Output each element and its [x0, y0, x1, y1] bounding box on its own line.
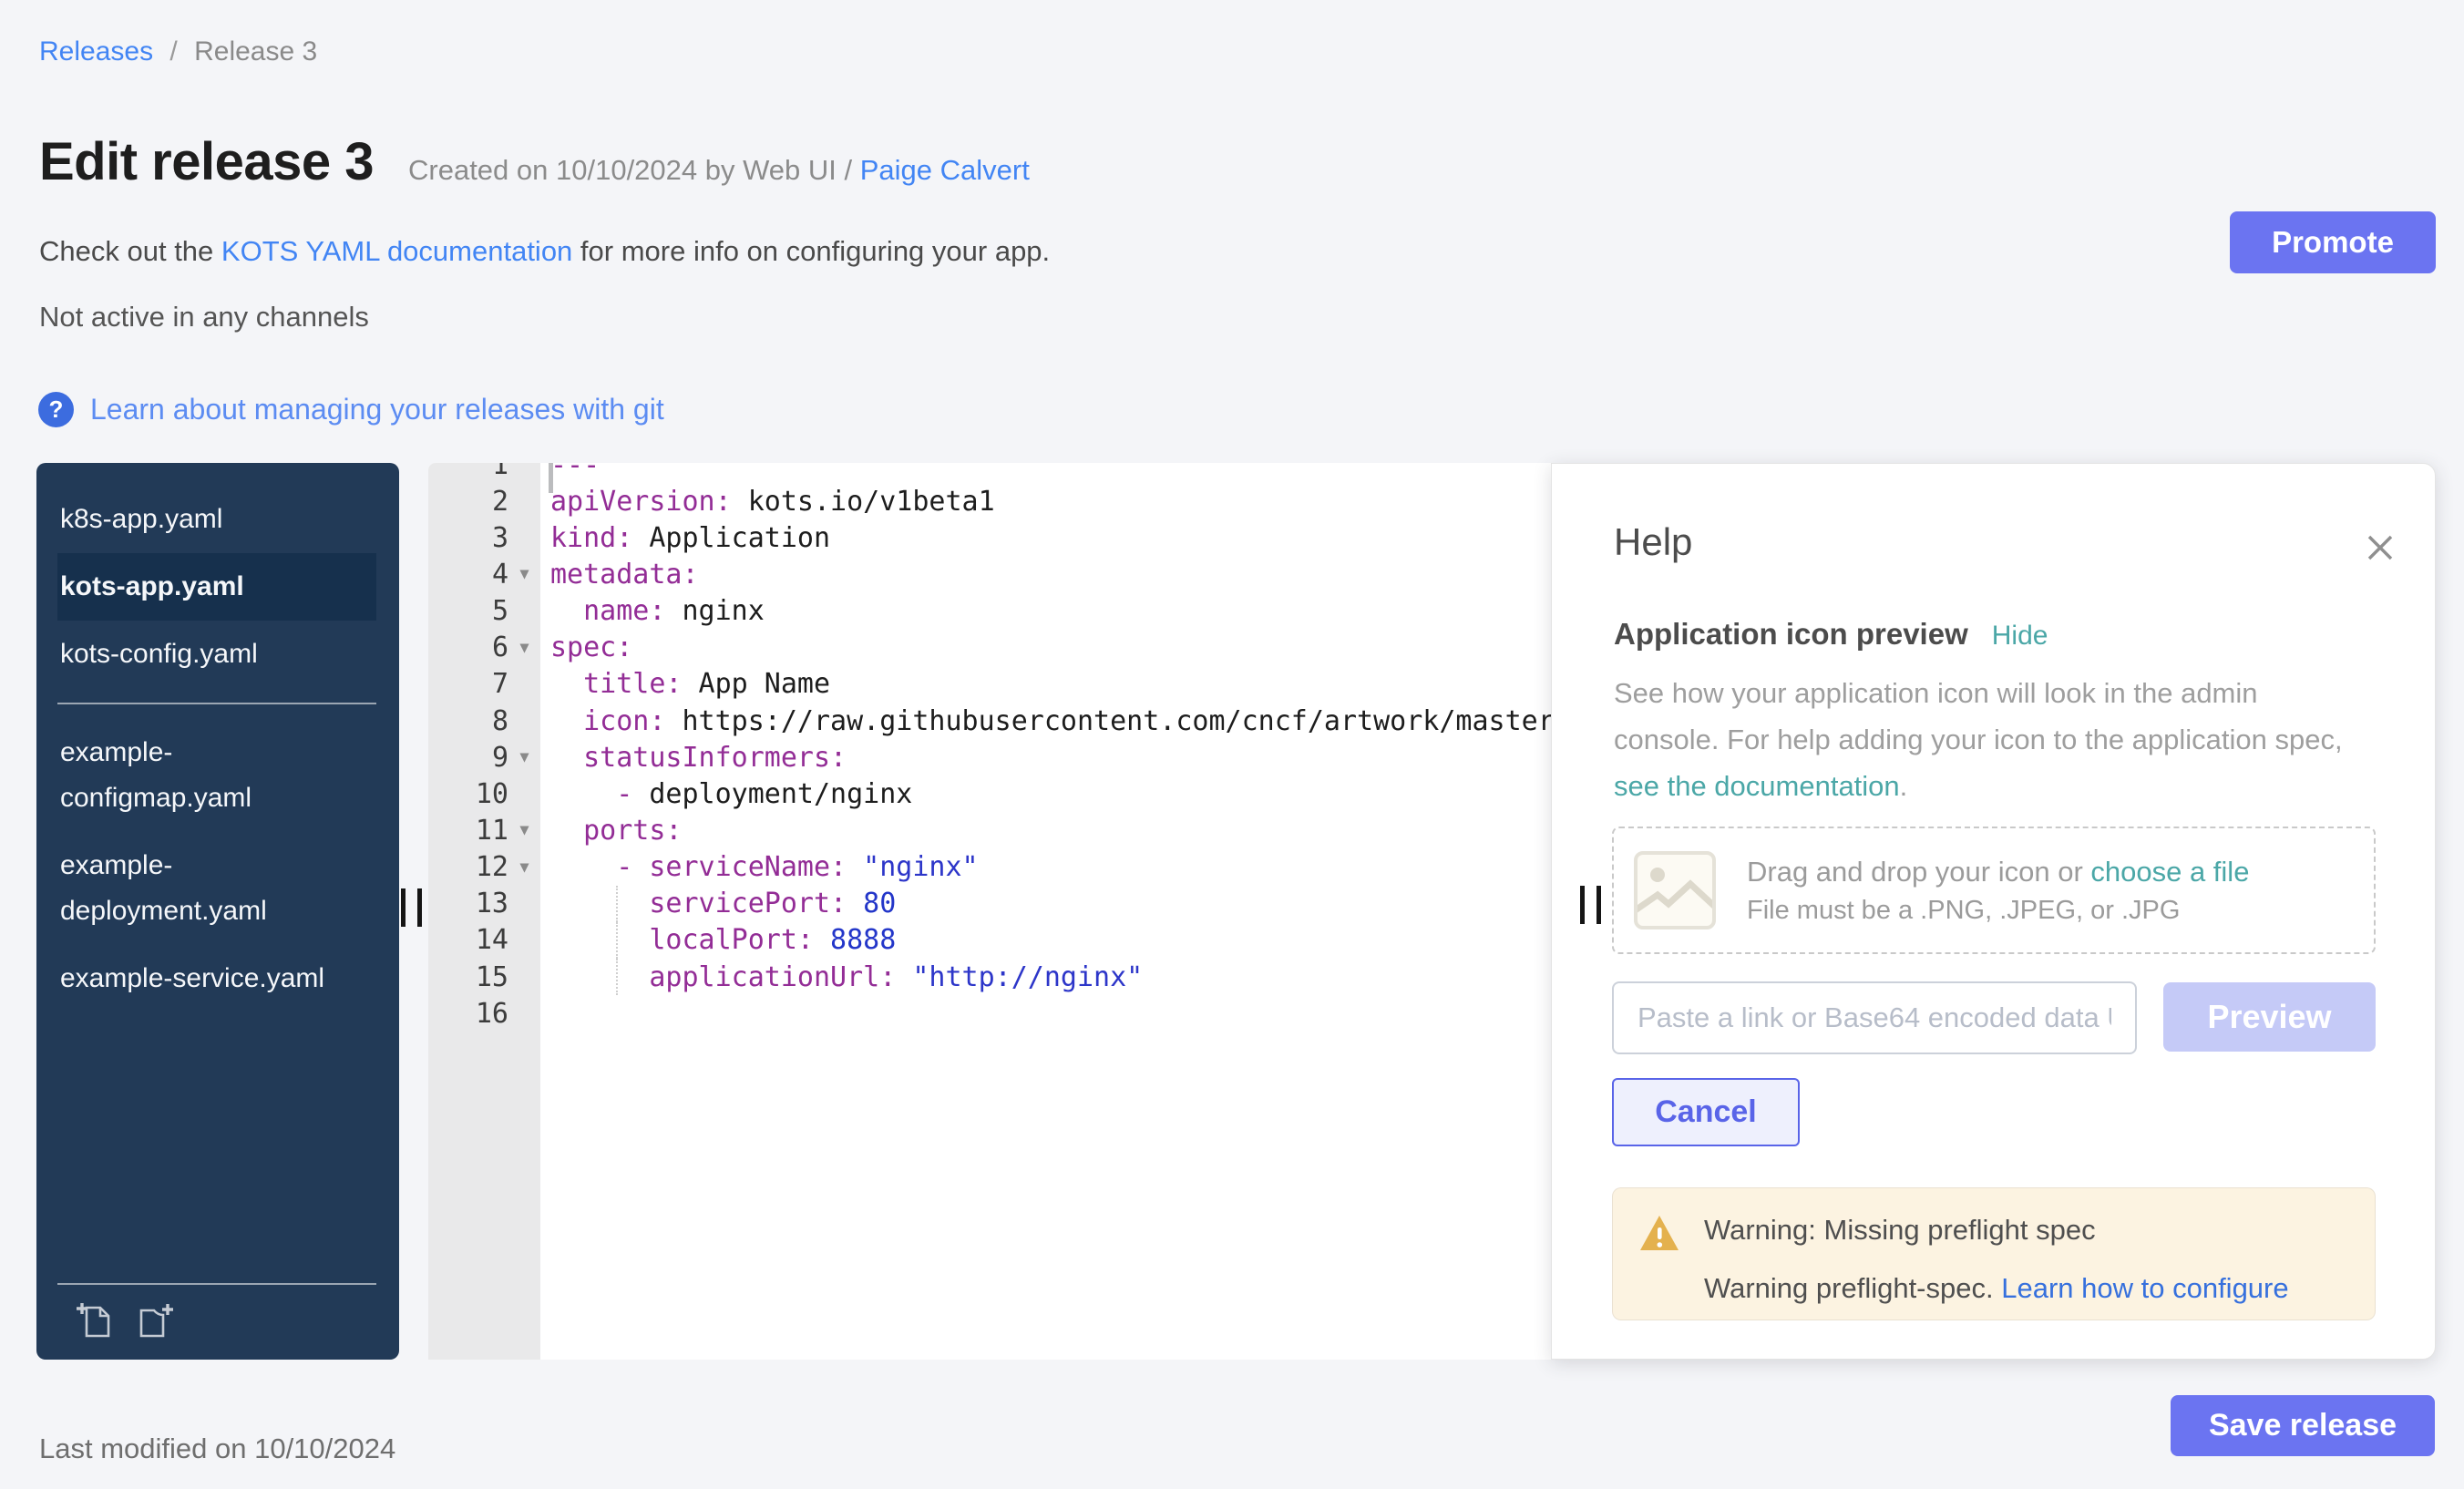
editor-cursor: [549, 463, 553, 493]
file-tree-divider: [57, 703, 376, 704]
help-panel-resize-handle[interactable]: [1580, 886, 1601, 924]
breadcrumb-link-releases[interactable]: Releases: [39, 36, 153, 67]
sidebar-resize-handle[interactable]: [401, 888, 422, 927]
created-meta: Created on 10/10/2024 by Web UI / Paige …: [408, 154, 1030, 187]
description: Check out the KOTS YAML documentation fo…: [39, 235, 1050, 268]
last-modified: Last modified on 10/10/2024: [39, 1433, 395, 1465]
help-description: See how your application icon will look …: [1614, 670, 2343, 809]
fold-arrow-icon[interactable]: ▼: [508, 639, 540, 657]
author-link[interactable]: Paige Calvert: [860, 154, 1030, 186]
see-documentation-link[interactable]: see the documentation: [1614, 770, 1900, 802]
promote-button[interactable]: Promote: [2230, 211, 2436, 273]
gutter-line-13: 13: [428, 886, 540, 922]
learn-git-link[interactable]: Learn about managing your releases with …: [90, 393, 664, 426]
code-line-15[interactable]: applicationUrl: "http://nginx": [540, 959, 1551, 995]
code-line-5[interactable]: name: nginx: [540, 593, 1551, 630]
file-tree-item-example-configmap.yaml[interactable]: example-configmap.yaml: [57, 719, 376, 832]
code-line-7[interactable]: title: App Name: [540, 666, 1551, 703]
gutter-line-8: 8: [428, 703, 540, 739]
icon-dropzone[interactable]: Drag and drop your icon or choose a file…: [1612, 827, 2376, 954]
gutter-line-3: 3: [428, 519, 540, 556]
warning-title: Warning: Missing preflight spec: [1704, 1214, 2289, 1247]
gutter-line-10: 10: [428, 775, 540, 812]
kots-yaml-doc-link[interactable]: KOTS YAML documentation: [221, 235, 572, 267]
gutter-line-5: 5: [428, 593, 540, 630]
gutter-line-9: 9▼: [428, 739, 540, 775]
page: Releases / Release 3 Edit release 3 Crea…: [0, 0, 2464, 1489]
warning-icon: [1638, 1214, 1680, 1252]
image-placeholder-icon: [1634, 851, 1716, 929]
help-circle-icon: ?: [38, 392, 74, 427]
gutter-line-1: 1: [428, 463, 540, 483]
save-release-button[interactable]: Save release: [2171, 1395, 2435, 1456]
file-tree-item-example-service.yaml[interactable]: example-service.yaml: [57, 945, 376, 1012]
add-file-icon[interactable]: [74, 1299, 116, 1341]
breadcrumb: Releases / Release 3: [39, 36, 317, 67]
code-line-13[interactable]: servicePort: 80: [540, 886, 1551, 922]
gutter-line-14: 14: [428, 922, 540, 959]
gutter-line-16: 16: [428, 995, 540, 1032]
file-tree: k8s-app.yamlkots-app.yamlkots-config.yam…: [36, 463, 399, 1360]
file-tree-item-kots-app.yaml[interactable]: kots-app.yaml: [57, 553, 376, 621]
warning-body: Warning preflight-spec. Learn how to con…: [1704, 1272, 2289, 1305]
code-line-6[interactable]: spec:: [540, 630, 1551, 666]
help-panel: Help Application icon previewHide See ho…: [1551, 463, 2436, 1360]
warning-configure-link[interactable]: Learn how to configure: [2001, 1272, 2288, 1304]
fold-arrow-icon[interactable]: ▼: [508, 858, 540, 877]
code-line-1[interactable]: ---: [540, 463, 1551, 483]
code-line-2[interactable]: apiVersion: kots.io/v1beta1: [540, 483, 1551, 519]
fold-arrow-icon[interactable]: ▼: [508, 565, 540, 583]
file-tree-item-kots-config.yaml[interactable]: kots-config.yaml: [57, 621, 376, 688]
fold-arrow-icon[interactable]: ▼: [508, 821, 540, 839]
close-icon[interactable]: [2364, 531, 2397, 564]
gutter-line-15: 15: [428, 959, 540, 995]
code-line-14[interactable]: localPort: 8888: [540, 922, 1551, 959]
icon-url-input[interactable]: [1612, 981, 2137, 1054]
warning-banner: Warning: Missing preflight spec Warning …: [1612, 1187, 2376, 1320]
choose-file-link[interactable]: choose a file: [2090, 856, 2249, 888]
gutter-line-12: 12▼: [428, 849, 540, 886]
code-line-12[interactable]: - serviceName: "nginx": [540, 849, 1551, 886]
channel-status: Not active in any channels: [39, 301, 369, 334]
gutter-line-4: 4▼: [428, 556, 540, 592]
help-title: Help: [1614, 520, 1692, 564]
add-file-from-template-icon[interactable]: [134, 1299, 176, 1341]
code-line-3[interactable]: kind: Application: [540, 519, 1551, 556]
gutter-line-6: 6▼: [428, 630, 540, 666]
fold-arrow-icon[interactable]: ▼: [508, 748, 540, 766]
gutter-line-7: 7: [428, 666, 540, 703]
file-tree-item-k8s-app.yaml[interactable]: k8s-app.yaml: [57, 486, 376, 553]
gutter-line-11: 11▼: [428, 812, 540, 848]
code-line-10[interactable]: - deployment/nginx: [540, 775, 1551, 812]
code-line-4[interactable]: metadata:: [540, 556, 1551, 592]
gutter-line-2: 2: [428, 483, 540, 519]
editor-gutter: 1234▼56▼789▼1011▼12▼13141516: [428, 463, 540, 1360]
code-line-11[interactable]: ports:: [540, 812, 1551, 848]
code-line-9[interactable]: statusInformers:: [540, 739, 1551, 775]
code-line-16[interactable]: [540, 995, 1551, 1032]
preview-button[interactable]: Preview: [2163, 982, 2376, 1052]
editor-code[interactable]: ---apiVersion: kots.io/v1beta1kind: Appl…: [540, 463, 1551, 1360]
file-tree-actions: [57, 1283, 376, 1360]
help-section-title: Application icon previewHide: [1614, 617, 2048, 652]
code-editor[interactable]: 1234▼56▼789▼1011▼12▼13141516 ---apiVersi…: [428, 463, 1551, 1360]
hide-link[interactable]: Hide: [1992, 621, 2048, 651]
breadcrumb-current: Release 3: [194, 36, 317, 67]
cancel-button[interactable]: Cancel: [1612, 1078, 1800, 1146]
page-title: Edit release 3: [39, 131, 374, 192]
file-tree-item-example-deployment.yaml[interactable]: example-deployment.yaml: [57, 832, 376, 945]
code-line-8[interactable]: icon: https://raw.githubusercontent.com/…: [540, 703, 1551, 739]
